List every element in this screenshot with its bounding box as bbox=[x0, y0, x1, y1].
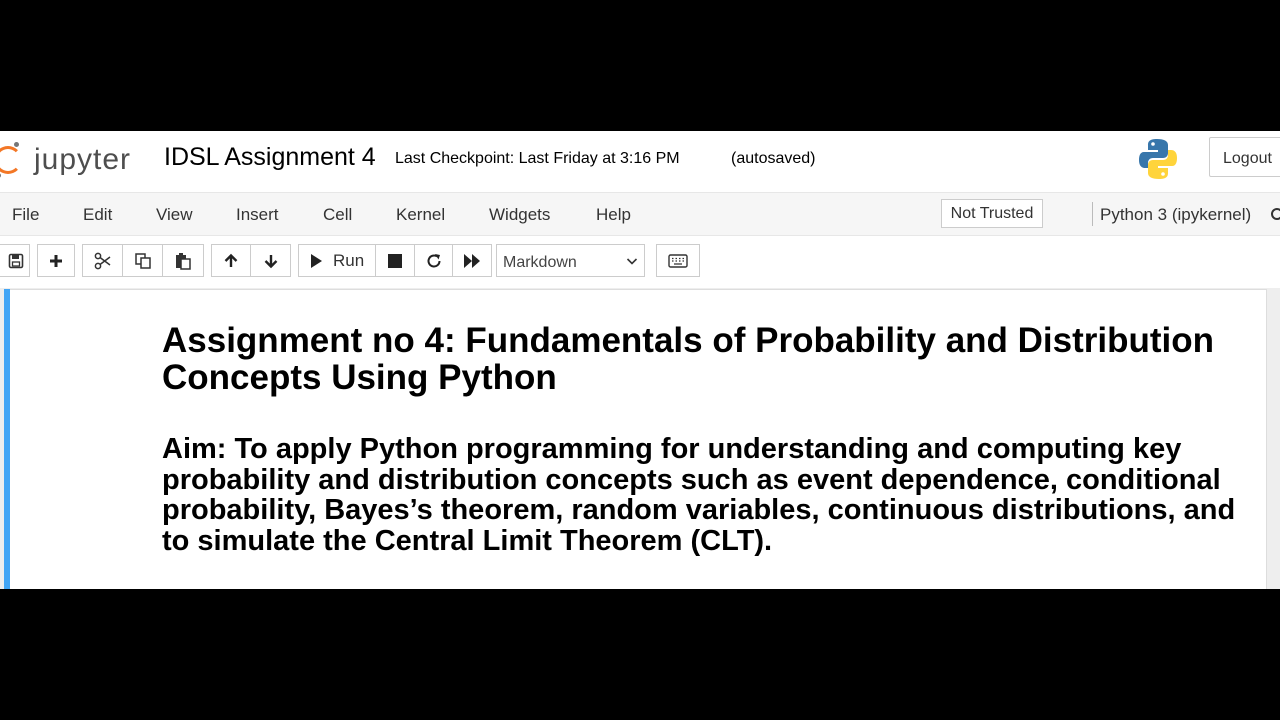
paste-icon bbox=[176, 252, 191, 270]
arrow-down-icon bbox=[264, 254, 277, 268]
interrupt-kernel-button[interactable] bbox=[375, 244, 415, 277]
menu-widgets[interactable]: Widgets bbox=[489, 205, 550, 225]
cut-icon bbox=[94, 252, 110, 269]
copy-icon bbox=[134, 252, 151, 269]
jupyter-logo-icon bbox=[0, 146, 22, 174]
copy-button[interactable] bbox=[122, 244, 163, 277]
cell-selection-indicator bbox=[4, 289, 10, 589]
python-logo-icon bbox=[1139, 139, 1177, 179]
arrow-up-icon bbox=[224, 253, 238, 267]
logo-dot bbox=[14, 142, 19, 147]
trust-button[interactable]: Not Trusted bbox=[941, 199, 1043, 228]
run-label: Run bbox=[333, 250, 365, 270]
fast-forward-icon bbox=[464, 253, 480, 268]
restart-icon bbox=[427, 253, 440, 267]
jupyter-logo[interactable]: jupyter bbox=[0, 140, 144, 180]
play-icon bbox=[311, 253, 322, 268]
toolbar: Run Markdown bbox=[0, 238, 1280, 288]
header: jupyter IDSL Assignment 4 Last Checkpoin… bbox=[0, 131, 1280, 191]
menu-file[interactable]: File bbox=[12, 205, 39, 225]
notebook-title[interactable]: IDSL Assignment 4 bbox=[164, 143, 376, 172]
jupyter-window: jupyter IDSL Assignment 4 Last Checkpoin… bbox=[0, 131, 1280, 589]
kernel-status-icon bbox=[1271, 208, 1280, 220]
cell-type-value: Markdown bbox=[503, 254, 577, 271]
cell-type-select[interactable]: Markdown bbox=[496, 244, 645, 277]
stop-icon bbox=[388, 253, 402, 268]
autosave-status: (autosaved) bbox=[731, 150, 816, 167]
move-cell-up-button[interactable] bbox=[211, 244, 251, 277]
cell-aim-text: Aim: To apply Python programming for und… bbox=[162, 433, 1236, 557]
restart-run-all-button[interactable] bbox=[452, 244, 492, 277]
paste-button[interactable] bbox=[162, 244, 204, 277]
menu-help[interactable]: Help bbox=[596, 205, 631, 225]
logout-button[interactable]: Logout bbox=[1209, 137, 1280, 177]
insert-cell-button[interactable] bbox=[37, 244, 75, 277]
kernel-name[interactable]: Python 3 (ipykernel) bbox=[1100, 205, 1251, 225]
restart-kernel-button[interactable] bbox=[414, 244, 453, 277]
kernel-divider bbox=[1092, 202, 1093, 226]
chevron-down-icon bbox=[626, 258, 638, 265]
cell-heading: Assignment no 4: Fundamentals of Probabi… bbox=[162, 321, 1214, 397]
plus-icon bbox=[50, 254, 62, 267]
logo-dot bbox=[0, 173, 1, 178]
logo-wordmark: jupyter bbox=[34, 143, 132, 176]
keyboard-icon bbox=[668, 253, 688, 268]
menu-cell[interactable]: Cell bbox=[323, 205, 352, 225]
save-icon bbox=[8, 253, 24, 268]
menu-insert[interactable]: Insert bbox=[236, 205, 279, 225]
menubar: File Edit View Insert Cell Kernel Widget… bbox=[0, 192, 1280, 236]
cut-button[interactable] bbox=[82, 244, 123, 277]
run-button[interactable]: Run bbox=[298, 244, 376, 277]
move-cell-down-button[interactable] bbox=[250, 244, 291, 277]
save-button[interactable] bbox=[0, 244, 30, 277]
menu-edit[interactable]: Edit bbox=[83, 205, 112, 225]
menu-view[interactable]: View bbox=[156, 205, 193, 225]
menu-kernel[interactable]: Kernel bbox=[396, 205, 445, 225]
command-palette-button[interactable] bbox=[656, 244, 700, 277]
checkpoint-status: Last Checkpoint: Last Friday at 3:16 PM bbox=[395, 150, 680, 167]
